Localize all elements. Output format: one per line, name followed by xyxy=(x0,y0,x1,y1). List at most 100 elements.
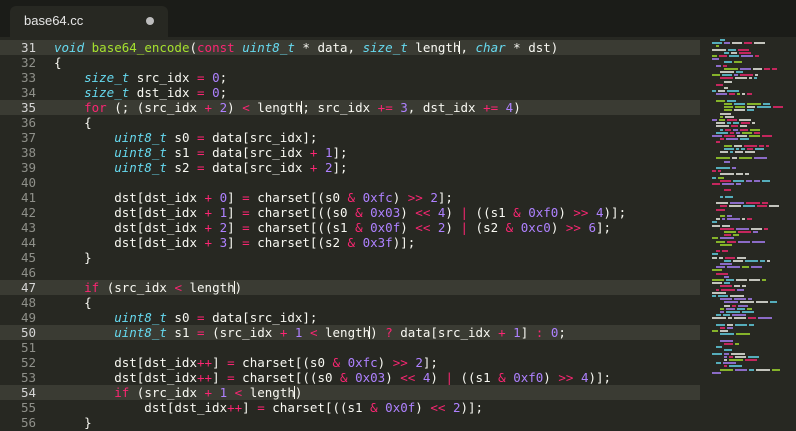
minimap-line xyxy=(726,279,734,281)
code-token: 6 xyxy=(588,220,597,235)
code-line[interactable]: uint8_t s2 = data[src_idx + 2]; xyxy=(54,160,347,175)
code-line[interactable]: { xyxy=(54,115,92,130)
code-token: ++ xyxy=(197,355,213,370)
minimap[interactable] xyxy=(700,37,796,431)
minimap-line xyxy=(751,227,762,230)
code-line[interactable]: dst[dst_idx + 0] = charset[(s0 & 0xfc) >… xyxy=(54,190,453,205)
code-line[interactable]: dst[dst_idx++] = charset[((s0 & 0x03) <<… xyxy=(54,370,611,385)
minimap-line xyxy=(733,128,738,131)
code-line[interactable]: uint8_t s0 = data[src_idx]; xyxy=(54,310,317,325)
minimap-line xyxy=(763,103,770,105)
code-token: dst_idx xyxy=(129,85,197,100)
code-token: { xyxy=(54,295,92,310)
code-token: size_t xyxy=(84,70,130,85)
minimap-line xyxy=(712,221,717,224)
minimap-line xyxy=(755,74,758,77)
code-token: if xyxy=(84,280,100,295)
minimap-line xyxy=(735,323,747,326)
minimap-line xyxy=(729,93,735,96)
minimap-line xyxy=(750,128,760,131)
minimap-line xyxy=(725,128,731,131)
line-number: 38 xyxy=(20,145,36,160)
code-line[interactable]: { xyxy=(54,295,92,310)
minimap-line xyxy=(720,243,732,246)
code-line[interactable]: dst[dst_idx++] = charset[((s1 & 0x0f) <<… xyxy=(54,400,483,415)
code-token: ++ xyxy=(197,370,213,385)
code-token: uint8_t xyxy=(114,325,167,340)
minimap-line xyxy=(728,48,736,51)
minimap-line xyxy=(735,343,739,345)
code-token: (; (src_idx xyxy=(106,100,205,115)
code-editor[interactable]: 31 32 33 34 35 36 37 38 39 40 41 42 43 44 45 46 47 48 49 50… xyxy=(0,37,700,431)
minimap-line xyxy=(720,237,734,240)
code-line[interactable]: dst[dst_idx++] = charset[(s0 & 0xfc) >> … xyxy=(54,355,438,370)
minimap-line xyxy=(733,234,739,237)
code-line[interactable]: if (src_idx < length) xyxy=(54,280,242,295)
line-number: 32 xyxy=(20,55,36,70)
minimap-line xyxy=(723,362,736,365)
code-token: length xyxy=(249,100,303,115)
code-line[interactable]: uint8_t s0 = data[src_idx]; xyxy=(54,130,317,145)
line-number: 45 xyxy=(20,250,36,265)
tab-bar: base64.cc xyxy=(0,0,796,37)
code-line[interactable]: } xyxy=(54,415,92,430)
code-token: , dst_idx xyxy=(407,100,484,115)
code-line[interactable]: uint8_t s1 = (src_idx + 1 < length) ? da… xyxy=(54,325,566,340)
minimap-line xyxy=(716,83,723,86)
code-token: + xyxy=(204,235,213,250)
minimap-line xyxy=(772,368,780,371)
minimap-line xyxy=(719,256,723,259)
minimap-line xyxy=(724,189,731,192)
minimap-line xyxy=(716,323,725,326)
minimap-line xyxy=(720,179,731,182)
minimap-line xyxy=(722,183,734,185)
code-line[interactable]: void base64_encode(const uint8_t * data,… xyxy=(54,40,558,55)
code-line[interactable]: dst[dst_idx + 2] = charset[((s1 & 0x0f) … xyxy=(54,220,611,235)
code-line[interactable]: } xyxy=(54,250,92,265)
minimap-line xyxy=(738,240,750,243)
minimap-line xyxy=(716,208,725,211)
code-token: ) xyxy=(377,355,393,370)
code-token: dst[dst_idx xyxy=(54,190,205,205)
code-token: 0 xyxy=(212,85,220,100)
code-line[interactable]: dst[dst_idx + 3] = charset[(s2 & 0x3f)]; xyxy=(54,235,415,250)
code-line[interactable]: for (; (src_idx + 2) < length; src_idx +… xyxy=(54,100,521,115)
code-line[interactable]: size_t src_idx = 0; xyxy=(54,70,227,85)
line-number: 40 xyxy=(20,175,36,190)
code-line[interactable]: if (src_idx + 1 < length) xyxy=(54,385,302,400)
minimap-line xyxy=(712,295,716,297)
code-line[interactable]: uint8_t s1 = data[src_idx + 1]; xyxy=(54,145,347,160)
minimap-line xyxy=(727,122,731,125)
code-token: dst[dst_idx xyxy=(54,400,228,415)
minimap-line xyxy=(745,359,757,361)
code-token: + xyxy=(204,100,213,115)
code-token: = xyxy=(197,145,205,160)
code-line[interactable]: { xyxy=(54,55,62,70)
code-token: s2 xyxy=(166,160,198,175)
minimap-line xyxy=(720,115,723,118)
code-token: = xyxy=(242,235,250,250)
minimap-line xyxy=(736,147,739,150)
minimap-line xyxy=(716,122,725,125)
minimap-line xyxy=(720,311,724,313)
code-token: += xyxy=(483,100,499,115)
minimap-line xyxy=(723,314,730,317)
minimap-line xyxy=(712,352,722,355)
dirty-dot-icon[interactable] xyxy=(146,17,154,25)
file-tab[interactable]: base64.cc xyxy=(10,6,168,37)
code-token: } xyxy=(54,250,92,265)
code-line[interactable]: size_t dst_idx = 0; xyxy=(54,85,227,100)
code-line[interactable]: dst[dst_idx + 1] = charset[((s0 & 0x03) … xyxy=(54,205,626,220)
code-token: length xyxy=(317,325,371,340)
minimap-line xyxy=(724,144,732,147)
minimap-line xyxy=(746,179,752,182)
